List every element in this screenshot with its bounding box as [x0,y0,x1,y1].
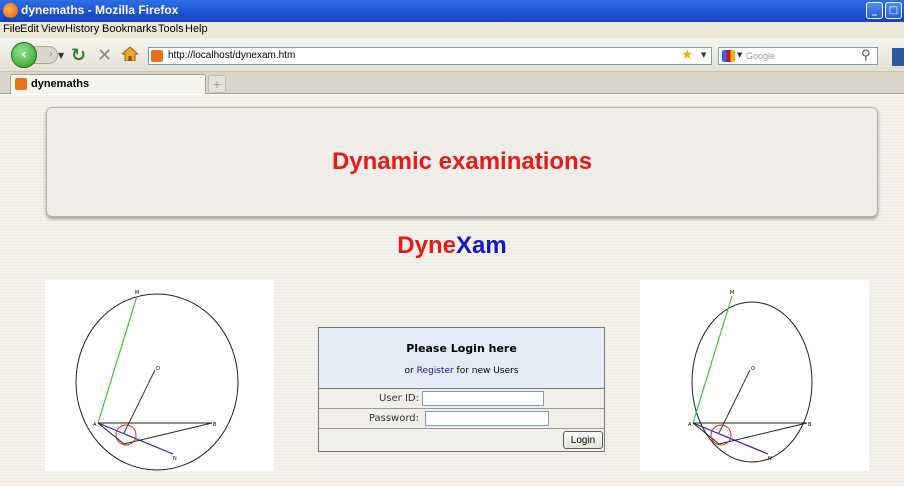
stop-icon[interactable]: ✕ [97,45,112,66]
page-content: Dynamic examinations DyneXam M O A B N M… [0,95,904,487]
window-title: dynemaths - Mozilla Firefox [21,3,179,17]
addon-icon[interactable] [892,48,904,66]
search-placeholder[interactable]: Google [746,51,775,61]
google-engine-icon[interactable] [722,50,735,62]
history-dropdown-icon[interactable]: ▼ [58,51,64,60]
reload-icon[interactable]: ↻ [71,45,86,66]
tab-favicon-icon [15,78,27,90]
maximize-button[interactable]: □ [885,2,902,19]
login-button[interactable]: Login [563,431,603,449]
password-label: Password: [368,413,419,424]
tab-dynemaths[interactable]: dynemaths [10,74,206,94]
register-suffix: for new Users [453,366,519,376]
tab-bar: dynemaths + [0,72,904,94]
search-icon[interactable]: ⚲ [861,48,871,63]
submit-row: Login [319,429,604,451]
url-dropdown-icon[interactable]: ▼ [701,51,706,59]
bookmark-star-icon[interactable]: ★ [681,47,694,63]
search-engine-dropdown-icon[interactable]: ▼ [737,51,742,59]
page-title: Dynamic examinations [331,148,593,175]
label-n: N [768,456,772,462]
url-text[interactable]: http://localhost/dynexam.htm [168,50,295,61]
label-b: B [213,422,217,428]
menu-help[interactable]: Help [185,23,208,35]
circle-diagram: M O A B N [75,290,239,471]
brand-part-dyne: Dyne [397,232,456,259]
password-input[interactable] [425,411,549,426]
home-icon[interactable] [122,47,138,61]
login-header: Please Login here or Register for new Us… [319,328,604,389]
label-b: B [808,422,812,428]
window-titlebar: dynemaths - Mozilla Firefox _ □ [0,0,904,22]
site-favicon-icon [151,50,163,62]
geometry-diagram-right: M O A B N [640,280,869,471]
address-bar[interactable]: http://localhost/dynexam.htm ★ ▼ [148,47,712,65]
new-tab-button[interactable]: + [208,75,226,93]
label-m: M [135,290,139,296]
login-form: Please Login here or Register for new Us… [318,327,605,452]
brand-logo: DyneXam [0,232,904,260]
label-o: O [156,366,160,372]
userid-row: User ID: [319,389,604,409]
header-panel: Dynamic examinations [46,107,878,217]
label-m: M [730,290,734,296]
geometry-diagram-left: M O A B N [45,280,274,471]
search-bar[interactable]: ▼ Google ⚲ [718,47,878,65]
circle-diagram: M O A B N [688,290,813,463]
brand-part-xam: Xam [455,232,507,259]
label-n: N [173,456,177,462]
userid-input[interactable] [422,391,544,406]
userid-label: User ID: [379,393,419,404]
forward-button[interactable]: › [34,46,58,64]
menu-tools[interactable]: Tools [158,23,184,35]
label-a: A [93,422,97,428]
minimize-button[interactable]: _ [866,2,883,19]
register-prefix: or [404,366,417,376]
tab-label: dynemaths [31,78,90,90]
menu-view[interactable]: View [41,23,65,35]
label-o: O [751,366,755,372]
login-heading: Please Login here [406,342,517,355]
back-button[interactable]: ‹ [11,42,37,68]
firefox-icon [3,3,18,18]
navigation-toolbar: › ‹ ▼ ↻ ✕ http://localhost/dynexam.htm ★… [0,38,904,72]
menu-bookmarks[interactable]: Bookmarks [102,23,157,35]
register-line: or Register for new Users [319,366,604,376]
menu-bar: File Edit View History Bookmarks Tools H… [0,22,904,38]
password-row: Password: [319,409,604,429]
menu-edit[interactable]: Edit [20,23,39,35]
label-a: A [688,422,692,428]
register-link[interactable]: Register [417,366,454,376]
menu-file[interactable]: File [3,23,21,35]
menu-history[interactable]: History [65,23,99,35]
